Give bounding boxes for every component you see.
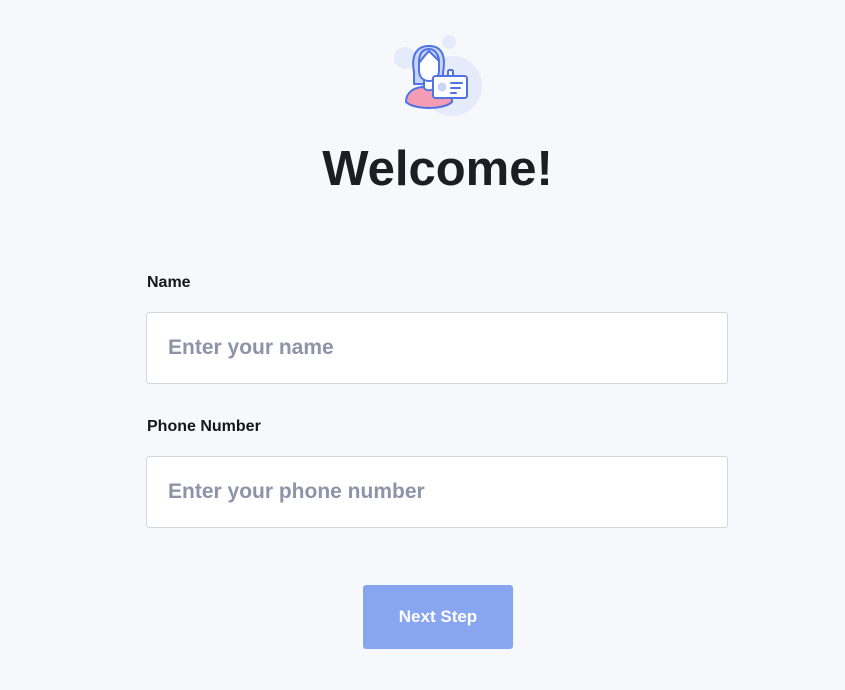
phone-number-label: Phone Number	[147, 418, 261, 435]
welcome-page: Welcome! Name Phone Number Next Step	[0, 0, 845, 690]
name-input[interactable]	[146, 312, 728, 384]
phone-number-input[interactable]	[146, 456, 728, 528]
next-step-button[interactable]: Next Step	[363, 585, 513, 649]
name-label: Name	[147, 274, 191, 291]
page-title: Welcome!	[322, 142, 553, 196]
user-id-badge-icon	[392, 34, 484, 120]
